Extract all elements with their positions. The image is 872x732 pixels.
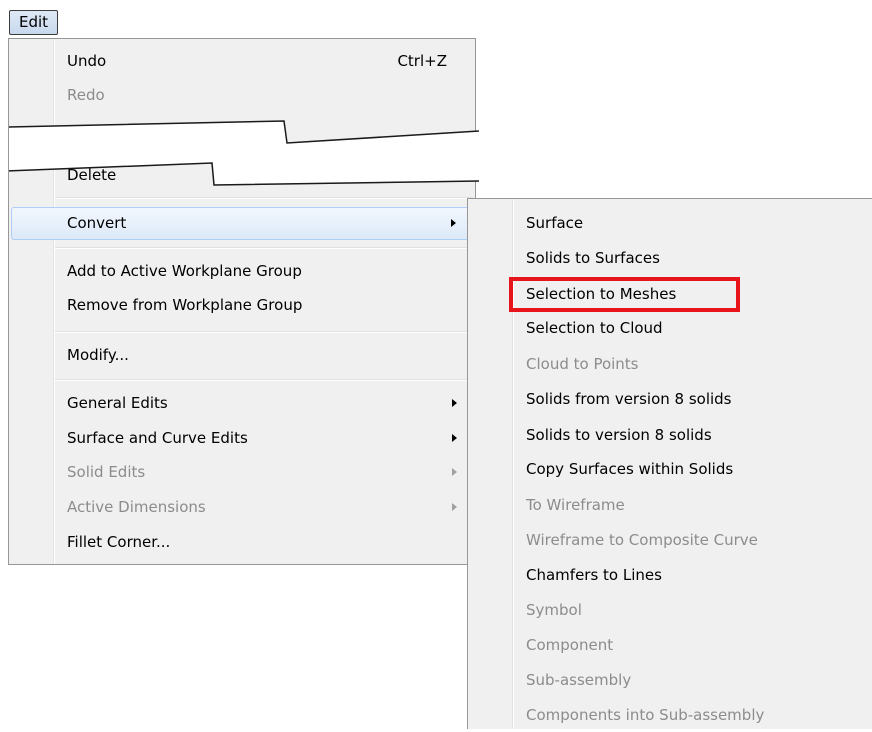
menu-item-label: Wireframe to Composite Curve xyxy=(526,531,758,549)
menu-item-label: Fillet Corner... xyxy=(67,533,171,551)
menu-item-label: Copy Surfaces within Solids xyxy=(526,460,734,478)
edit-menu: Undo Ctrl+Z Redo Delete Convert Add to A… xyxy=(8,38,479,565)
menu-item-add-to-workplane-group[interactable]: Add to Active Workplane Group xyxy=(11,255,473,288)
submenu-arrow-icon xyxy=(452,468,457,476)
menu-item-label: Delete xyxy=(67,166,117,184)
submenu-item-selection-to-cloud[interactable]: Selection to Cloud xyxy=(470,312,870,345)
submenu-arrow-icon xyxy=(452,434,457,442)
submenu-item-chamfers-to-lines[interactable]: Chamfers to Lines xyxy=(470,559,870,592)
menu-item-label: Solids to Surfaces xyxy=(526,249,660,267)
submenu-item-components-into-sub-assembly[interactable]: Components into Sub-assembly xyxy=(470,699,870,732)
menu-item-fillet-corner[interactable]: Fillet Corner... xyxy=(11,526,473,559)
menu-item-label: Sub-assembly xyxy=(526,671,632,689)
submenu-item-solids-from-v8[interactable]: Solids from version 8 solids xyxy=(470,383,870,416)
submenu-item-cloud-to-points[interactable]: Cloud to Points xyxy=(470,348,870,381)
menu-item-convert[interactable]: Convert xyxy=(11,207,473,240)
submenu-item-sub-assembly[interactable]: Sub-assembly xyxy=(470,664,870,697)
menu-item-label: Solids from version 8 solids xyxy=(526,390,732,408)
menu-item-label: Undo xyxy=(67,52,107,70)
menu-item-label: Surface and Curve Edits xyxy=(67,429,248,447)
submenu-item-solids-to-surfaces[interactable]: Solids to Surfaces xyxy=(470,242,870,275)
menu-item-label: Redo xyxy=(67,86,105,104)
menu-item-label: To Wireframe xyxy=(526,496,625,514)
submenu-item-solids-to-v8[interactable]: Solids to version 8 solids xyxy=(470,419,870,452)
submenu-item-component[interactable]: Component xyxy=(470,629,870,662)
submenu-item-copy-surfaces-within-solids[interactable]: Copy Surfaces within Solids xyxy=(470,453,870,486)
submenu-item-wireframe-to-composite-curve[interactable]: Wireframe to Composite Curve xyxy=(470,524,870,557)
menu-item-label: Symbol xyxy=(526,601,582,619)
menu-item-label: Convert xyxy=(67,214,127,232)
menu-item-remove-from-workplane-group[interactable]: Remove from Workplane Group xyxy=(11,289,473,322)
menu-separator xyxy=(55,379,473,381)
menu-item-label: Add to Active Workplane Group xyxy=(67,262,302,280)
annotation-highlight-box xyxy=(509,277,740,312)
submenu-item-surface[interactable]: Surface xyxy=(470,207,870,240)
submenu-item-symbol[interactable]: Symbol xyxy=(470,594,870,627)
menu-separator xyxy=(55,197,473,199)
menu-item-label: Components into Sub-assembly xyxy=(526,706,765,724)
menu-separator xyxy=(55,331,473,333)
menu-item-redo[interactable]: Redo xyxy=(11,79,473,112)
menu-item-undo[interactable]: Undo Ctrl+Z xyxy=(11,45,473,78)
menu-item-general-edits[interactable]: General Edits xyxy=(11,387,473,420)
menu-item-label: Cloud to Points xyxy=(526,355,639,373)
menu-item-active-dimensions[interactable]: Active Dimensions xyxy=(11,491,473,524)
menu-item-label: Surface xyxy=(526,214,584,232)
menu-item-label: Modify... xyxy=(67,346,129,364)
menu-item-label: Active Dimensions xyxy=(67,498,206,516)
menu-item-label: Remove from Workplane Group xyxy=(67,296,303,314)
submenu-arrow-icon xyxy=(452,399,457,407)
menu-item-surface-and-curve-edits[interactable]: Surface and Curve Edits xyxy=(11,422,473,455)
menu-separator xyxy=(55,247,473,249)
menu-item-modify[interactable]: Modify... xyxy=(11,339,473,372)
menu-item-label: Solid Edits xyxy=(67,463,146,481)
menu-item-delete[interactable]: Delete xyxy=(11,159,473,192)
menu-item-label: Solids to version 8 solids xyxy=(526,426,712,444)
menu-item-label: Chamfers to Lines xyxy=(526,566,662,584)
submenu-arrow-icon xyxy=(451,219,456,227)
menu-item-shortcut: Ctrl+Z xyxy=(397,52,447,70)
submenu-arrow-icon xyxy=(452,503,457,511)
menu-item-label: Selection to Cloud xyxy=(526,319,663,337)
menu-item-solid-edits[interactable]: Solid Edits xyxy=(11,456,473,489)
menu-item-label: Component xyxy=(526,636,614,654)
edit-menu-button[interactable]: Edit xyxy=(9,10,58,35)
submenu-item-to-wireframe[interactable]: To Wireframe xyxy=(470,489,870,522)
menu-item-label: General Edits xyxy=(67,394,168,412)
